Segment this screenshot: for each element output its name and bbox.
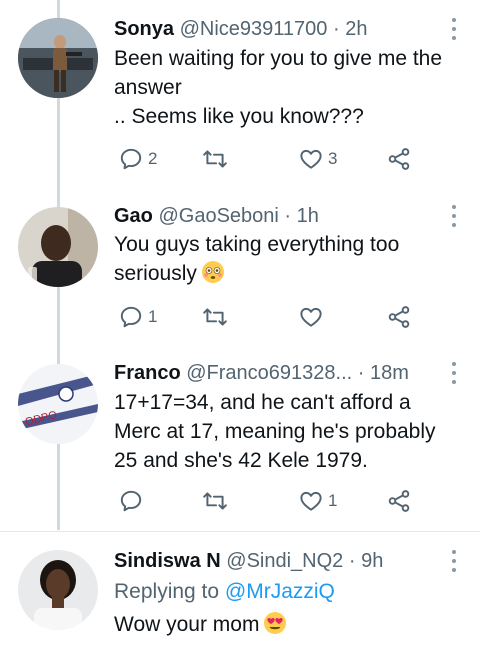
text-line: Wow your mom xyxy=(114,613,260,636)
tweet-text: 17+17=34, and he can't afford a Merc at … xyxy=(114,388,460,475)
tweet-header: Gao @GaoSeboni · 1h xyxy=(114,204,440,228)
retweet-icon xyxy=(203,308,227,326)
reply-button[interactable]: 2 xyxy=(118,144,157,174)
user-handle[interactable]: @Sindi_NQ2 xyxy=(226,550,343,572)
text-line: 25 and she's 42 Kele 1979. xyxy=(114,449,368,472)
more-options-icon[interactable] xyxy=(450,18,458,40)
reply-button[interactable]: 1 xyxy=(118,302,157,332)
more-options-icon[interactable] xyxy=(450,205,458,227)
timestamp[interactable]: 9h xyxy=(361,550,383,572)
text-line: Been waiting for you to give me the xyxy=(114,47,443,70)
reply-button[interactable] xyxy=(118,486,148,516)
share-icon xyxy=(388,490,410,512)
like-button[interactable]: 3 xyxy=(298,144,337,174)
heart-icon xyxy=(300,491,322,511)
replying-line: Replying to @MrJazziQ xyxy=(114,577,460,606)
action-bar: 1 xyxy=(114,486,434,516)
tweet-text: You guys taking everything too seriously xyxy=(114,230,460,288)
reply-icon xyxy=(120,490,142,512)
separator-dot: · xyxy=(348,550,356,572)
text-line: Merc at 17, meaning he's probably xyxy=(114,420,436,443)
like-count: 3 xyxy=(328,149,338,168)
tweet-text: Replying to @MrJazziQ Wow your mom xyxy=(114,577,460,639)
avatar[interactable] xyxy=(18,207,98,287)
tweet-sindiswa[interactable]: Sindiswa N @Sindi_NQ2 · 9h Replying to @… xyxy=(0,532,480,661)
separator-dot: · xyxy=(357,362,365,384)
separator-dot: · xyxy=(332,18,340,40)
reply-icon xyxy=(120,306,142,328)
share-icon xyxy=(388,306,410,328)
text-line: You guys taking everything too xyxy=(114,233,400,256)
retweet-icon xyxy=(203,150,227,168)
text-line: answer xyxy=(114,76,182,99)
tweet-sonya[interactable]: Sonya @Nice93911700 · 2h Been waiting fo… xyxy=(0,0,480,190)
user-handle[interactable]: @Nice93911700 xyxy=(180,18,328,40)
reply-count: 1 xyxy=(148,307,158,326)
avatar[interactable]: ODPO xyxy=(18,364,98,444)
tweet-gao[interactable]: Gao @GaoSeboni · 1h You guys taking ever… xyxy=(0,190,480,352)
heart-eyes-emoji xyxy=(264,612,287,634)
tweet-text: Been waiting for you to give me the answ… xyxy=(114,44,460,131)
share-button[interactable] xyxy=(386,302,412,332)
share-icon xyxy=(388,148,410,170)
display-name[interactable]: Sindiswa N xyxy=(114,550,221,572)
avatar[interactable] xyxy=(18,18,98,98)
like-count: 1 xyxy=(328,491,338,510)
tweet-franco[interactable]: ODPO Franco @Franco691328... · 18m 17+17… xyxy=(0,352,480,530)
action-bar: 1 xyxy=(114,302,434,332)
tweet-header: Sonya @Nice93911700 · 2h xyxy=(114,17,440,41)
reply-count: 2 xyxy=(148,149,158,168)
share-button[interactable] xyxy=(386,486,412,516)
display-name[interactable]: Franco xyxy=(114,362,181,384)
text-line: .. Seems like you know??? xyxy=(114,105,364,128)
replying-to-label: Replying to xyxy=(114,580,220,603)
more-options-icon[interactable] xyxy=(450,550,458,572)
text-line: 17+17=34, and he can't afford a xyxy=(114,391,411,414)
timestamp[interactable]: 1h xyxy=(297,205,319,227)
share-button[interactable] xyxy=(386,144,412,174)
user-handle[interactable]: @GaoSeboni xyxy=(158,205,278,227)
mention-link[interactable]: @MrJazziQ xyxy=(225,580,335,603)
heart-icon xyxy=(300,149,322,169)
retweet-button[interactable] xyxy=(202,486,232,516)
like-button[interactable]: 1 xyxy=(298,486,337,516)
retweet-button[interactable] xyxy=(202,144,232,174)
user-handle[interactable]: @Franco691328... xyxy=(186,362,352,384)
like-button[interactable] xyxy=(298,302,328,332)
heart-icon xyxy=(300,307,322,327)
avatar[interactable] xyxy=(18,550,98,630)
flushed-face-emoji xyxy=(201,261,224,283)
retweet-icon xyxy=(203,492,227,510)
display-name[interactable]: Sonya xyxy=(114,18,174,40)
retweet-button[interactable] xyxy=(202,302,232,332)
timestamp[interactable]: 18m xyxy=(370,362,409,384)
tweet-header: Sindiswa N @Sindi_NQ2 · 9h xyxy=(114,549,440,573)
timestamp[interactable]: 2h xyxy=(345,18,367,40)
action-bar: 2 3 xyxy=(114,144,434,174)
reply-icon xyxy=(120,148,142,170)
separator-dot: · xyxy=(284,205,292,227)
text-line: seriously xyxy=(114,262,197,285)
display-name[interactable]: Gao xyxy=(114,205,153,227)
more-options-icon[interactable] xyxy=(450,362,458,384)
tweet-header: Franco @Franco691328... · 18m xyxy=(114,361,440,385)
